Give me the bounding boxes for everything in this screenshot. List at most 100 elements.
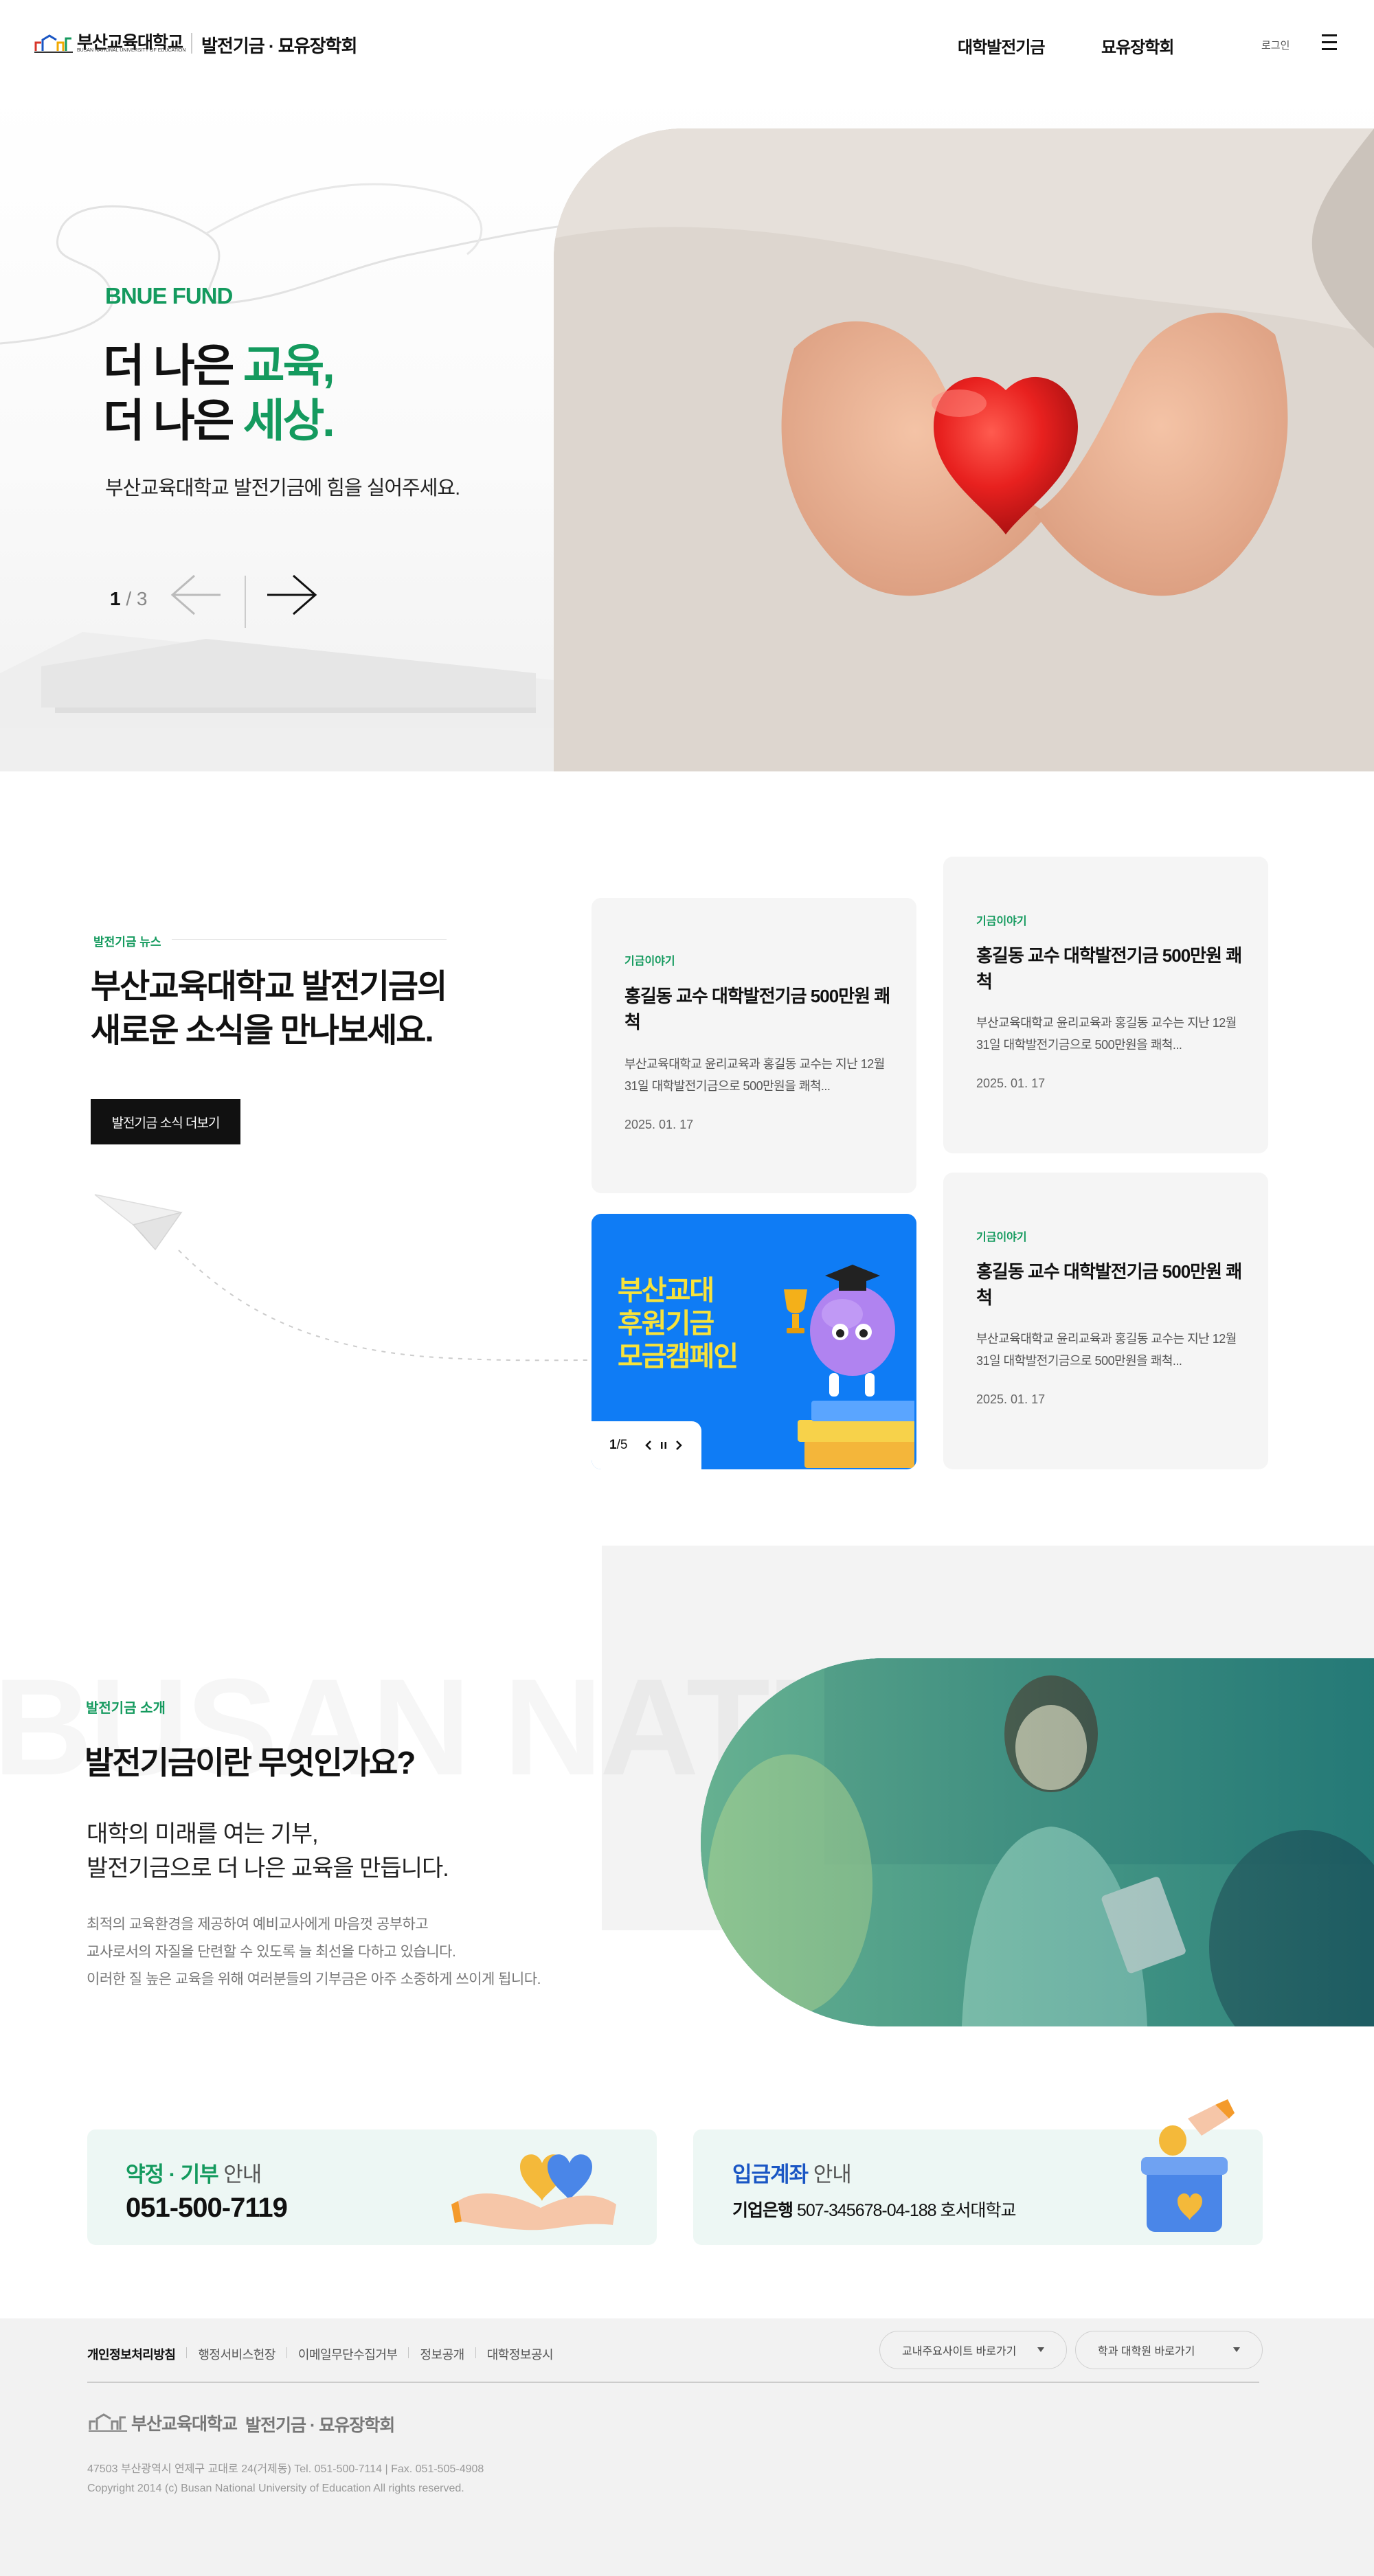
about-photo-teacher <box>701 1658 1374 2026</box>
nav-item-scholarship[interactable]: 묘유장학회 <box>1101 34 1174 58</box>
logo-subtext: BUSAN NATIONAL UNIVERSITY OF EDUCATION <box>77 48 186 53</box>
news-card-tag: 기금이야기 <box>976 916 1027 927</box>
about-body-line1: 최적의 교육환경을 제공하여 예비교사에게 마음껏 공부하고 <box>87 1917 429 1932</box>
site-name[interactable]: 발전기금 · 묘유장학회 <box>201 32 357 58</box>
promo-line3: 모금캠페인 <box>618 1342 739 1372</box>
news-card-title[interactable]: 홍길동 교수 대학발전기금 500만원 쾌척 <box>976 1258 1244 1311</box>
about-body-line3: 이러한 질 높은 교육을 위해 여러분들의 기부금은 아주 소중하게 쓰이게 됩… <box>87 1971 541 1987</box>
footer-site-name: 발전기금 · 묘유장학회 <box>245 2416 395 2435</box>
news-card-date: 2025. 01. 17 <box>976 1392 1046 1406</box>
pledge-title-accent: 약정 · 기부 <box>126 2162 219 2187</box>
pause-icon[interactable] <box>659 1440 668 1450</box>
hero-title: 더 나은 교육, 더 나은 세상. <box>103 338 335 448</box>
pledge-title-rest: 안내 <box>218 2162 262 2187</box>
about-eyebrow: 발전기금 소개 <box>86 1701 166 1716</box>
teacher-classroom-illustration <box>701 1658 1374 2026</box>
hamburger-icon[interactable] <box>1322 34 1337 51</box>
news-title-line1: 부산교육대학교 발전기금의 <box>91 969 447 1005</box>
chevron-right-icon[interactable] <box>674 1440 684 1451</box>
arrow-left-icon[interactable] <box>170 574 222 615</box>
hands-heart-illustration <box>554 128 1374 771</box>
about-body: 최적의 교육환경을 제공하여 예비교사에게 마음껏 공부하고 교사로서의 자질을… <box>87 1911 541 1993</box>
university-logo-icon <box>89 2413 127 2432</box>
promo-line1: 부산교대 <box>618 1276 714 1306</box>
account-info-box: 입금계좌 안내 기업은행 507-345678-04-188 호서대학교 <box>693 2099 1263 2245</box>
hero-counter-current: 1 <box>110 588 121 609</box>
chevron-down-icon <box>1233 2347 1240 2352</box>
account-title-accent: 입금계좌 <box>732 2162 809 2187</box>
chevron-down-icon <box>1037 2347 1044 2352</box>
promo-counter-current: 1 <box>609 1438 617 1452</box>
footer-link-email-refusal[interactable]: 이메일무단수집거부 <box>298 2345 398 2363</box>
promo-controls: 1/5 <box>592 1421 701 1469</box>
promo-banner[interactable]: 부산교대 후원기금 모금캠페인 1/5 <box>592 1214 916 1469</box>
news-card[interactable]: 기금이야기 홍길동 교수 대학발전기금 500만원 쾌척 부산교육대학교 윤리교… <box>943 857 1268 1153</box>
hero-counter-total: / 3 <box>126 588 148 609</box>
pledge-info-box: 약정 · 기부 안내 051-500-7119 <box>87 2129 657 2245</box>
news-card-date: 2025. 01. 17 <box>624 1118 694 1131</box>
news-card-desc: 부산교육대학교 윤리교육과 홍길동 교수는 지난 12월 31일 대학발전기금으… <box>976 1332 1237 1368</box>
footer-site-select[interactable]: 교내주요사이트 바로가기 <box>879 2331 1067 2369</box>
footer-link-charter[interactable]: 행정서비스헌장 <box>198 2345 275 2363</box>
about-sub-line1: 대학의 미래를 여는 기부, <box>87 1821 319 1847</box>
account-info-title: 입금계좌 안내 <box>732 2157 852 2188</box>
footer-dept-select[interactable]: 학과 대학원 바로가기 <box>1075 2331 1263 2369</box>
promo-counter: 1/5 <box>609 1438 627 1453</box>
about-title: 발전기금이란 무엇인가요? <box>85 1745 416 1781</box>
news-card-tag: 기금이야기 <box>976 1232 1027 1243</box>
news-card-desc: 부산교육대학교 윤리교육과 홍길동 교수는 지난 12월 31일 대학발전기금으… <box>976 1016 1237 1052</box>
news-eyebrow-line <box>172 939 447 940</box>
news-eyebrow: 발전기금 뉴스 <box>93 936 161 949</box>
mascot-books-illustration <box>784 1265 914 1468</box>
donation-box-icon <box>1141 2099 1235 2232</box>
hands-hearts-icon <box>451 2154 616 2230</box>
nav-item-development-fund[interactable]: 대학발전기금 <box>958 34 1045 58</box>
arrow-right-icon[interactable] <box>266 574 318 615</box>
about-body-line2: 교사로서의 자질을 단련할 수 있도록 늘 최선을 다하고 있습니다. <box>87 1944 456 1960</box>
about-sub-line2: 발전기금으로 더 나은 교육을 만듭니다. <box>87 1855 449 1882</box>
news-card-desc: 부산교육대학교 윤리교육과 홍길동 교수는 지난 12월 31일 대학발전기금으… <box>624 1057 885 1093</box>
news-card[interactable]: 기금이야기 홍길동 교수 대학발전기금 500만원 쾌척 부산교육대학교 윤리교… <box>592 898 916 1193</box>
hero-title-line1-prefix: 더 나은 <box>103 340 243 391</box>
pledge-phone[interactable]: 051-500-7119 <box>126 2193 288 2224</box>
promo-counter-total: /5 <box>616 1438 628 1452</box>
account-title-rest: 안내 <box>808 2162 852 2187</box>
hero-description: 부산교육대학교 발전기금에 힘을 실어주세요. <box>105 477 460 499</box>
news-card-tag: 기금이야기 <box>624 956 675 967</box>
university-logo-icon[interactable] <box>33 30 74 55</box>
hero-title-line1-accent: 교육, <box>243 340 335 391</box>
hero-slide-counter: 1 / 3 <box>110 588 148 610</box>
footer-links: 개인정보처리방침 행정서비스헌장 이메일무단수집거부 정보공개 대학정보공시 <box>87 2345 554 2363</box>
account-bank: 기업은행 <box>732 2201 793 2220</box>
footer-copyright: Copyright 2014 (c) Busan National Univer… <box>87 2483 464 2494</box>
account-number-line[interactable]: 기업은행 507-345678-04-188 호서대학교 <box>732 2197 1017 2222</box>
hero-section: BNUE FUND 더 나은 교육, 더 나은 세상. 부산교육대학교 발전기금… <box>0 89 1374 771</box>
footer-address: 47503 부산광역시 연제구 교대로 24(거제동) Tel. 051-500… <box>87 2463 484 2475</box>
promo-line2: 후원기금 <box>618 1309 714 1339</box>
footer-link-privacy[interactable]: 개인정보처리방침 <box>87 2345 176 2363</box>
logo-divider <box>191 33 192 54</box>
login-link[interactable]: 로그인 <box>1261 38 1289 52</box>
chevron-left-icon[interactable] <box>644 1440 653 1451</box>
news-card-title[interactable]: 홍길동 교수 대학발전기금 500만원 쾌척 <box>976 942 1244 995</box>
footer-link-info-disclosure[interactable]: 정보공개 <box>420 2345 464 2363</box>
footer-divider <box>87 2382 1259 2383</box>
news-card-date: 2025. 01. 17 <box>976 1076 1046 1090</box>
pledge-info-title: 약정 · 기부 안내 <box>126 2157 262 2188</box>
site-header: 부산교육대학교 BUSAN NATIONAL UNIVERSITY OF EDU… <box>0 0 1374 89</box>
news-card-title[interactable]: 홍길동 교수 대학발전기금 500만원 쾌척 <box>624 983 892 1035</box>
news-title: 부산교육대학교 발전기금의 새로운 소식을 만나보세요. <box>91 965 447 1053</box>
news-card[interactable]: 기금이야기 홍길동 교수 대학발전기금 500만원 쾌척 부산교육대학교 윤리교… <box>943 1173 1268 1469</box>
footer-link-univ-info[interactable]: 대학정보공시 <box>487 2345 554 2363</box>
hero-title-line2-prefix: 더 나은 <box>103 395 243 446</box>
footer-address-block: 47503 부산광역시 연제구 교대로 24(거제동) Tel. 051-500… <box>87 2460 484 2498</box>
news-title-line2: 새로운 소식을 만나보세요. <box>91 1013 434 1049</box>
site-footer: 개인정보처리방침 행정서비스헌장 이메일무단수집거부 정보공개 대학정보공시 교… <box>0 2318 1374 2576</box>
promo-text: 부산교대 후원기금 모금캠페인 <box>618 1274 739 1373</box>
dashed-flight-path <box>178 1250 591 1362</box>
account-number: 507-345678-04-188 호서대학교 <box>793 2201 1017 2220</box>
news-more-button[interactable]: 발전기금 소식 더보기 <box>91 1099 240 1144</box>
hero-title-line2-accent: 세상. <box>243 395 335 446</box>
footer-site-select-label: 교내주요사이트 바로가기 <box>902 2346 1017 2358</box>
hero-photo-hands-heart <box>554 128 1374 771</box>
